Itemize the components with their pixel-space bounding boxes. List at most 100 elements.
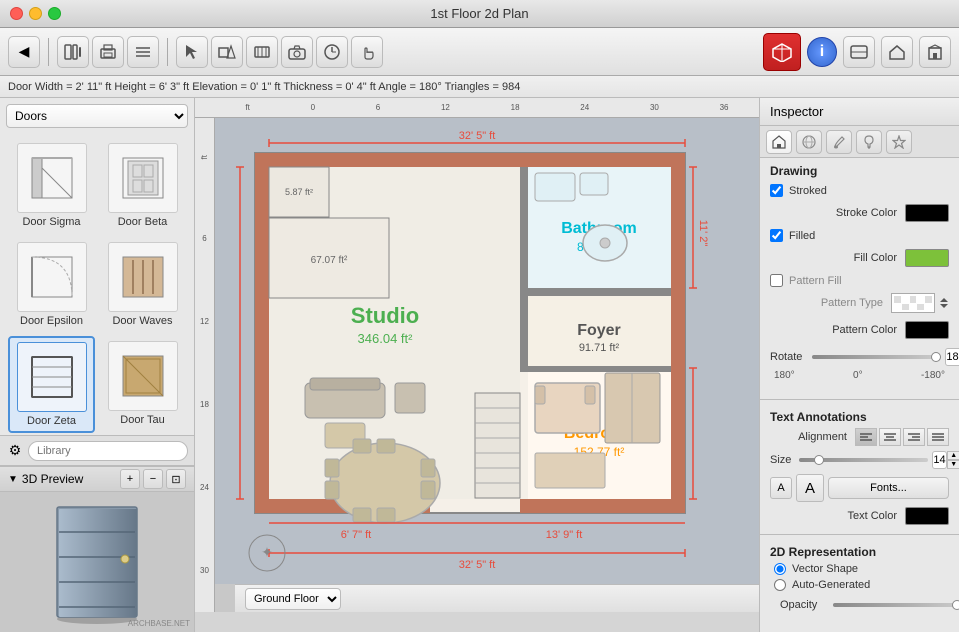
tab-sphere[interactable] [796, 130, 822, 154]
align-right-button[interactable] [903, 428, 925, 446]
text-annotations-title: Text Annotations [770, 410, 949, 424]
tool-camera-button[interactable] [281, 36, 313, 68]
title-bar: 1st Floor 2d Plan [0, 0, 959, 28]
tool-measure-button[interactable] [316, 36, 348, 68]
ruler-top: ft 0 6 12 18 24 30 36 [195, 98, 759, 118]
pattern-fill-checkbox[interactable] [770, 274, 783, 287]
preview-collapse[interactable]: ▼ [8, 474, 18, 485]
floor-plan-canvas[interactable]: Studio 346.04 ft² Bathroom 84.20 ft² Foy… [215, 118, 759, 612]
stroked-checkbox[interactable] [770, 184, 783, 197]
floor-selector[interactable]: Ground Floor First Floor Second Floor [235, 584, 759, 612]
tab-house[interactable] [766, 130, 792, 154]
vector-shape-radio[interactable] [774, 563, 786, 575]
hand-icon [358, 43, 376, 61]
window-title: 1st Floor 2d Plan [430, 6, 528, 21]
settings-button[interactable]: ⚙ [6, 440, 24, 462]
tool-print-button[interactable] [92, 36, 124, 68]
door-item-beta[interactable]: Door Beta [99, 138, 186, 233]
auto-generated-label: Auto-Generated [792, 579, 870, 591]
pattern-fill-row: Pattern Fill [770, 274, 949, 287]
tool-group-1 [57, 36, 159, 68]
size-value: 14 [932, 451, 946, 469]
zoom-out-button[interactable]: − [143, 469, 163, 489]
auto-generated-radio[interactable] [774, 579, 786, 591]
tool-select-button[interactable] [176, 36, 208, 68]
drawing-section: Drawing Stroked Stroke Color Filled Fill [760, 158, 959, 395]
tool-menu-button[interactable] [127, 36, 159, 68]
floor-select[interactable]: Ground Floor First Floor Second Floor [245, 588, 341, 610]
representation-section: 2D Representation Vector Shape Auto-Gene… [760, 539, 959, 595]
size-down[interactable]: ▼ [947, 460, 959, 469]
size-slider[interactable] [799, 458, 928, 462]
view-2d-button[interactable] [843, 36, 875, 68]
view-house-button[interactable] [881, 36, 913, 68]
zoom-fit-button[interactable]: ⊡ [166, 469, 186, 489]
text-color-row: Text Color [760, 507, 959, 525]
rotate-degrees: 180° 0° -180° [770, 370, 949, 381]
representation-title: 2D Representation [770, 545, 949, 559]
text-color-label: Text Color [770, 510, 905, 522]
tab-star[interactable] [886, 130, 912, 154]
rotate-180: 180° [774, 370, 795, 381]
tool-hand-button[interactable] [351, 36, 383, 68]
tool-library-button[interactable] [57, 36, 89, 68]
inspector-tabs [760, 126, 959, 158]
font-large-button[interactable]: A [796, 474, 824, 502]
menu-icon [134, 44, 152, 60]
preview-label: 3D Preview [22, 472, 116, 486]
divider-1 [760, 399, 959, 400]
search-input[interactable] [28, 441, 188, 461]
rotate-slider[interactable] [812, 355, 941, 359]
info-button[interactable]: i [807, 37, 837, 67]
rotate-section: Rotate 180° ▲ ▼ 180° 0° -180° [770, 346, 949, 389]
window-controls[interactable] [10, 7, 61, 20]
door-grid: Door Sigma Door Beta [0, 134, 194, 435]
select-icon [184, 43, 200, 61]
font-small-button[interactable]: A [770, 477, 792, 499]
inspector-header: Inspector [760, 98, 959, 126]
pattern-type-arrow [939, 297, 949, 309]
align-justify-button[interactable] [927, 428, 949, 446]
maximize-button[interactable] [48, 7, 61, 20]
pattern-color-swatch[interactable] [905, 321, 949, 339]
svg-text:91.71 ft²: 91.71 ft² [579, 342, 620, 354]
pattern-type-control[interactable] [891, 293, 935, 313]
align-left-button[interactable] [855, 428, 877, 446]
tab-brush[interactable] [826, 130, 852, 154]
drawing-title: Drawing [770, 164, 949, 178]
category-dropdown[interactable]: Doors Windows Walls Stairs [6, 104, 188, 128]
door-item-epsilon[interactable]: Door Epsilon [8, 237, 95, 332]
tool-build-button[interactable] [246, 36, 278, 68]
fill-color-swatch[interactable] [905, 249, 949, 267]
view-3d-button[interactable] [919, 36, 951, 68]
zoom-in-button[interactable]: + [120, 469, 140, 489]
divider-2 [760, 534, 959, 535]
fonts-button[interactable]: Fonts... [828, 477, 949, 499]
close-button[interactable] [10, 7, 23, 20]
svg-text:67.07 ft²: 67.07 ft² [311, 255, 348, 266]
stroke-color-swatch[interactable] [905, 204, 949, 222]
text-color-swatch[interactable] [905, 507, 949, 525]
category-dropdown-container[interactable]: Doors Windows Walls Stairs [6, 104, 188, 128]
vector-shape-label: Vector Shape [792, 563, 858, 575]
floor-plan-area[interactable]: ft 0 6 12 18 24 30 36 ft 6 12 18 24 30 [195, 98, 759, 632]
tab-bulb[interactable] [856, 130, 882, 154]
back-button[interactable]: ◀ [8, 36, 40, 68]
preview-content: ARCHBASE.NET [0, 492, 194, 632]
door-epsilon-label: Door Epsilon [20, 315, 83, 327]
door-waves-label: Door Waves [112, 315, 172, 327]
tool-shapes-button[interactable] [211, 36, 243, 68]
size-up[interactable]: ▲ [947, 451, 959, 460]
filled-row: Filled [770, 229, 949, 242]
minimize-button[interactable] [29, 7, 42, 20]
opacity-slider[interactable] [833, 603, 959, 607]
door-item-sigma[interactable]: Door Sigma [8, 138, 95, 233]
filled-checkbox[interactable] [770, 229, 783, 242]
svg-text:346.04 ft²: 346.04 ft² [358, 331, 414, 346]
font-row: A A Fonts... [760, 474, 959, 502]
door-item-waves[interactable]: Door Waves [99, 237, 186, 332]
door-item-tau[interactable]: Door Tau [99, 336, 186, 433]
door-item-zeta[interactable]: Door Zeta [8, 336, 95, 433]
align-center-button[interactable] [879, 428, 901, 446]
tool-3d-button[interactable] [763, 33, 801, 71]
